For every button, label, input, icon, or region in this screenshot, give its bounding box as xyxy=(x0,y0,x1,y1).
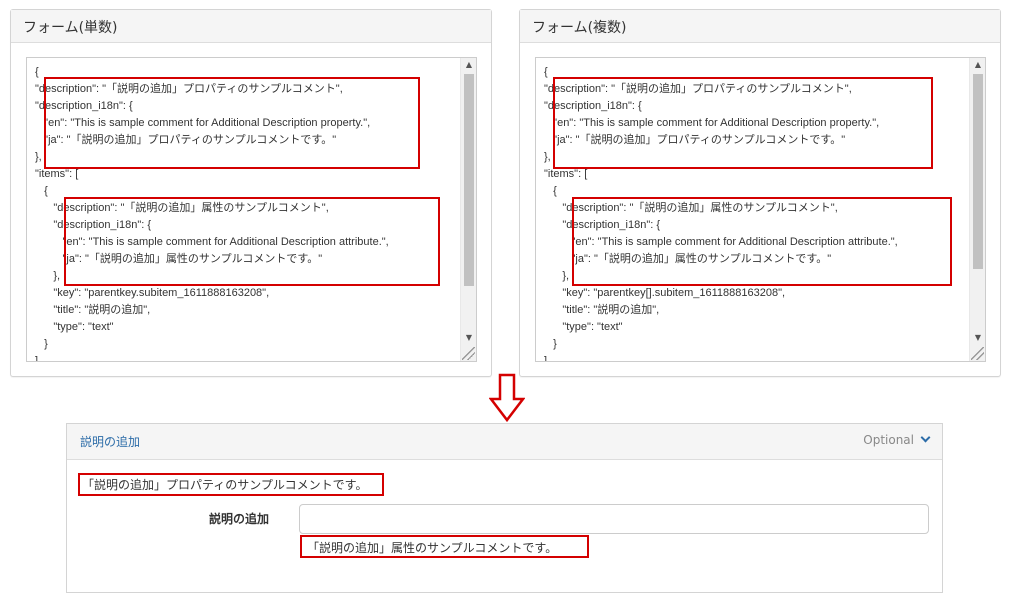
multiple-form-panel: フォーム(複数) {"description": "「説明の追加」プロパティのサ… xyxy=(519,9,1001,377)
scroll-thumb[interactable] xyxy=(973,74,983,269)
form-preview-section: 説明の追加 Optional 「説明の追加」プロパティのサンプルコメントです。 … xyxy=(66,423,943,593)
highlight-item-description-block xyxy=(572,197,952,286)
code-line: "key": "parentkey[].subitem_161188816320… xyxy=(544,287,786,299)
optional-label: Optional xyxy=(863,433,914,447)
resize-grip-icon[interactable] xyxy=(971,347,984,360)
highlight-description-block xyxy=(553,77,933,169)
code-line: ] xyxy=(35,355,39,362)
highlight-item-description-block xyxy=(64,197,440,286)
section-header[interactable]: 説明の追加 Optional xyxy=(67,424,942,460)
field-label: 説明の追加 xyxy=(209,512,270,526)
section-title: 説明の追加 xyxy=(80,435,141,449)
resize-grip-icon[interactable] xyxy=(462,347,475,360)
single-form-panel: フォーム(単数) {"description": "「説明の追加」プロパティのサ… xyxy=(10,9,492,377)
additional-description-input[interactable] xyxy=(299,504,929,534)
scroll-thumb[interactable] xyxy=(464,74,474,286)
scroll-up-icon[interactable]: ▲ xyxy=(461,58,476,72)
panel-title: フォーム(複数) xyxy=(520,10,1000,43)
code-line: } xyxy=(35,338,48,350)
scroll-down-icon[interactable]: ▼ xyxy=(970,331,985,345)
down-arrow-icon xyxy=(489,373,525,423)
code-line: ] xyxy=(544,355,548,362)
scroll-down-icon[interactable]: ▼ xyxy=(461,331,476,345)
panel-title: フォーム(単数) xyxy=(11,10,491,43)
code-line: "title": "説明の追加", xyxy=(35,304,151,316)
code-line: "title": "説明の追加", xyxy=(544,304,660,316)
code-line: "type": "text" xyxy=(544,321,623,333)
code-line: "key": "parentkey.subitem_1611888163208"… xyxy=(35,287,270,299)
code-line: } xyxy=(544,338,557,350)
editor-scrollbar[interactable]: ▲ ▼ xyxy=(460,58,476,361)
highlight-property-description xyxy=(78,473,384,496)
highlight-field-help-text xyxy=(300,535,589,558)
code-line: "type": "text" xyxy=(35,321,114,333)
scroll-up-icon[interactable]: ▲ xyxy=(970,58,985,72)
editor-scrollbar[interactable]: ▲ ▼ xyxy=(969,58,985,361)
highlight-description-block xyxy=(44,77,420,169)
chevron-down-icon xyxy=(920,432,931,443)
optional-toggle[interactable]: Optional xyxy=(863,432,931,447)
